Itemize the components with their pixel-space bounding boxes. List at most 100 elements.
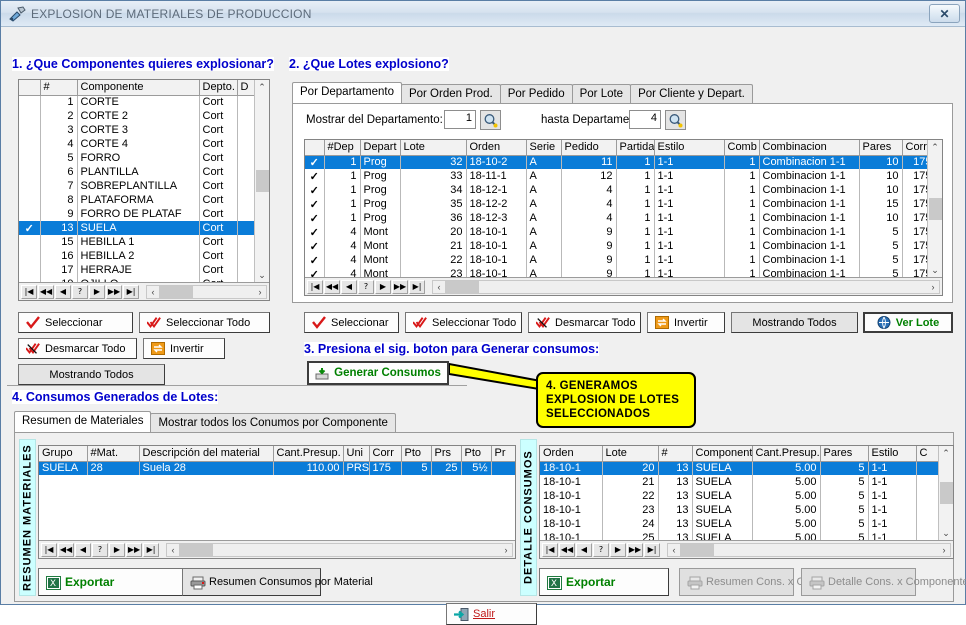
tab-por-lote[interactable]: Por Lote	[571, 84, 632, 103]
lots-vscrollbar[interactable]: ⌃ ⌄	[927, 140, 942, 277]
nav-next-fast-button[interactable]: ▶▶	[126, 542, 142, 557]
resumen-navbar[interactable]: |◀ ◀◀ ◀ ? ▶ ▶▶ ▶| ‹ ›	[39, 540, 515, 558]
from-department-search-button[interactable]	[480, 110, 501, 130]
scroll-thumb[interactable]	[255, 170, 269, 192]
detalle-row[interactable]: 18-10-1 24 13 SUELA 5.00 5 1-1	[540, 517, 938, 531]
lots-row[interactable]: ✓ 4 Mont 23 18-10-1 A 9 1 1-1 1 Combinacion 1-1 5 17…	[305, 267, 927, 277]
scroll-left-icon[interactable]: ‹	[147, 287, 159, 297]
scroll-up-icon[interactable]: ⌃	[931, 140, 939, 154]
components-invertir-button[interactable]: Invertir	[143, 338, 225, 359]
scroll-up-icon[interactable]: ⌃	[942, 446, 950, 460]
nav-prev-fast-button[interactable]: ◀◀	[58, 542, 74, 557]
lots-invertir-button[interactable]: Invertir	[647, 312, 725, 333]
nav-prev-fast-button[interactable]: ◀◀	[324, 279, 340, 294]
lots-tabstrip[interactable]: Por Departamento Por Orden Prod. Por Ped…	[292, 82, 753, 103]
lots-table[interactable]: #Dep Depart Lote Orden Serie Pedido Part…	[305, 140, 927, 277]
components-row[interactable]: 2 CORTE 2 Cort	[19, 109, 254, 123]
detalle-consumos-grid[interactable]: Orden Lote # Componente Cant.Presup. Par…	[539, 445, 954, 559]
detalle-row[interactable]: 18-10-1 21 13 SUELA 5.00 5 1-1	[540, 475, 938, 489]
nav-first-button[interactable]: |◀	[41, 542, 57, 557]
nav-next-fast-button[interactable]: ▶▶	[392, 279, 408, 294]
nav-prev-fast-button[interactable]: ◀◀	[38, 284, 54, 299]
lots-row[interactable]: ✓ 1 Prog 36 18-12-3 A 4 1 1-1 1 Combinacion 1-1 10 1…	[305, 211, 927, 225]
components-navbar[interactable]: |◀ ◀◀ ◀ ? ▶ ▶▶ ▶| ‹ ›	[19, 282, 269, 300]
hscroll-thumb[interactable]	[159, 285, 193, 298]
resumen-exportar-button[interactable]: X Exportar	[38, 568, 183, 596]
nav-first-button[interactable]: |◀	[542, 542, 558, 557]
lots-grid[interactable]: #Dep Depart Lote Orden Serie Pedido Part…	[304, 139, 943, 296]
nav-next-button[interactable]: ▶	[109, 542, 125, 557]
lots-row[interactable]: ✓ 1 Prog 34 18-12-1 A 4 1 1-1 1 Combinacion 1-1 10 1…	[305, 183, 927, 197]
components-row[interactable]: 5 FORRO Cort	[19, 151, 254, 165]
nav-last-button[interactable]: ▶|	[123, 284, 139, 299]
lots-row[interactable]: ✓ 1 Prog 35 18-12-2 A 4 1 1-1 1 Combinacion 1-1 15 1…	[305, 197, 927, 211]
detalle-cons-x-componente-button[interactable]: Detalle Cons. x Componente	[801, 568, 966, 596]
components-row[interactable]: 3 CORTE 3 Cort	[19, 123, 254, 137]
lots-row[interactable]: ✓ 1 Prog 32 18-10-2 A 11 1 1-1 1 Combinacion 1-1 10…	[305, 155, 927, 169]
resumen-row[interactable]: SUELA 28 Suela 28 110.00 PRS 175 5 25 5½	[39, 461, 515, 475]
lots-seleccionar-todo-button[interactable]: Seleccionar Todo	[405, 312, 522, 333]
detalle-consumos-table[interactable]: Orden Lote # Componente Cant.Presup. Par…	[540, 446, 938, 540]
hscroll-thumb[interactable]	[680, 543, 714, 556]
tab-mostrar-consumos-por-componente[interactable]: Mostrar todos los Conumos por Componente	[150, 413, 396, 432]
components-row[interactable]: 15 HEBILLA 1 Cort	[19, 235, 254, 249]
components-hscrollbar[interactable]: ‹ ›	[146, 284, 267, 299]
components-row[interactable]: ✓ 13 SUELA Cort	[19, 221, 254, 235]
lots-row[interactable]: ✓ 4 Mont 20 18-10-1 A 9 1 1-1 1 Combinacion 1-1 5 17…	[305, 225, 927, 239]
scroll-down-icon[interactable]: ⌄	[258, 268, 266, 282]
tab-por-orden-prod[interactable]: Por Orden Prod.	[400, 84, 501, 103]
lots-mostrando-todos-button[interactable]: Mostrando Todos	[731, 312, 858, 333]
scroll-left-icon[interactable]: ‹	[167, 545, 179, 555]
generar-consumos-button[interactable]: Generar Consumos	[307, 361, 449, 385]
lots-navbar[interactable]: |◀ ◀◀ ◀ ? ▶ ▶▶ ▶| ‹ ›	[305, 277, 942, 295]
components-row[interactable]: 16 HEBILLA 2 Cort	[19, 249, 254, 263]
nav-first-button[interactable]: |◀	[21, 284, 37, 299]
tab-por-departamento[interactable]: Por Departamento	[292, 82, 402, 103]
resumen-materiales-grid[interactable]: Grupo #Mat. Descripción del material Can…	[38, 445, 516, 559]
components-grid[interactable]: # Componente Depto. D 1 CORTE Cort 2 CORTE 2…	[18, 79, 270, 301]
components-row[interactable]: 8 PLATAFORMA Cort	[19, 193, 254, 207]
scroll-right-icon[interactable]: ›	[938, 545, 950, 555]
detalle-row[interactable]: 18-10-1 23 13 SUELA 5.00 5 1-1	[540, 503, 938, 517]
hscroll-thumb[interactable]	[179, 543, 213, 556]
nav-next-fast-button[interactable]: ▶▶	[106, 284, 122, 299]
from-department-input[interactable]: 1	[444, 110, 476, 129]
scroll-left-icon[interactable]: ‹	[668, 545, 680, 555]
resumen-hscrollbar[interactable]: ‹ ›	[166, 542, 513, 557]
nav-prev-button[interactable]: ◀	[576, 542, 592, 557]
nav-prev-button[interactable]: ◀	[341, 279, 357, 294]
components-row[interactable]: 1 CORTE Cort	[19, 95, 254, 109]
components-row[interactable]: 6 PLANTILLA Cort	[19, 165, 254, 179]
nav-prev-button[interactable]: ◀	[55, 284, 71, 299]
nav-first-button[interactable]: |◀	[307, 279, 323, 294]
nav-last-button[interactable]: ▶|	[409, 279, 425, 294]
nav-last-button[interactable]: ▶|	[143, 542, 159, 557]
scroll-down-icon[interactable]: ⌄	[942, 526, 950, 540]
to-department-input[interactable]: 4	[629, 110, 661, 129]
scroll-right-icon[interactable]: ›	[927, 282, 939, 292]
scroll-thumb[interactable]	[939, 482, 953, 504]
nav-next-fast-button[interactable]: ▶▶	[627, 542, 643, 557]
lots-row[interactable]: ✓ 4 Mont 21 18-10-1 A 9 1 1-1 1 Combinacion 1-1 5 17…	[305, 239, 927, 253]
components-row[interactable]: 7 SOBREPLANTILLA Cort	[19, 179, 254, 193]
resumen-cons-x-orden-prod-button[interactable]: Resumen Cons. x Orden Prod.	[679, 568, 856, 596]
components-vscrollbar[interactable]: ⌃ ⌄	[254, 80, 269, 282]
components-seleccionar-todo-button[interactable]: Seleccionar Todo	[139, 312, 270, 333]
tab-por-pedido[interactable]: Por Pedido	[499, 84, 573, 103]
tab-resumen-de-materiales[interactable]: Resumen de Materiales	[14, 411, 152, 432]
nav-next-button[interactable]: ▶	[375, 279, 391, 294]
hscroll-thumb[interactable]	[445, 280, 479, 293]
detalle-row[interactable]: 18-10-1 22 13 SUELA 5.00 5 1-1	[540, 489, 938, 503]
to-department-search-button[interactable]	[665, 110, 686, 130]
scroll-right-icon[interactable]: ›	[254, 287, 266, 297]
resumen-consumos-por-material-button[interactable]: Resumen Consumos por Material	[182, 568, 373, 596]
consumos-tabstrip[interactable]: Resumen de Materiales Mostrar todos los …	[14, 411, 396, 432]
detalle-navbar[interactable]: |◀ ◀◀ ◀ ? ▶ ▶▶ ▶| ‹ ›	[540, 540, 953, 558]
lots-hscrollbar[interactable]: ‹ ›	[432, 279, 940, 294]
nav-help-button[interactable]: ?	[72, 284, 88, 299]
nav-prev-button[interactable]: ◀	[75, 542, 91, 557]
nav-next-button[interactable]: ▶	[89, 284, 105, 299]
components-row[interactable]: 17 HERRAJE Cort	[19, 263, 254, 277]
lots-seleccionar-button[interactable]: Seleccionar	[304, 312, 399, 333]
nav-last-button[interactable]: ▶|	[644, 542, 660, 557]
